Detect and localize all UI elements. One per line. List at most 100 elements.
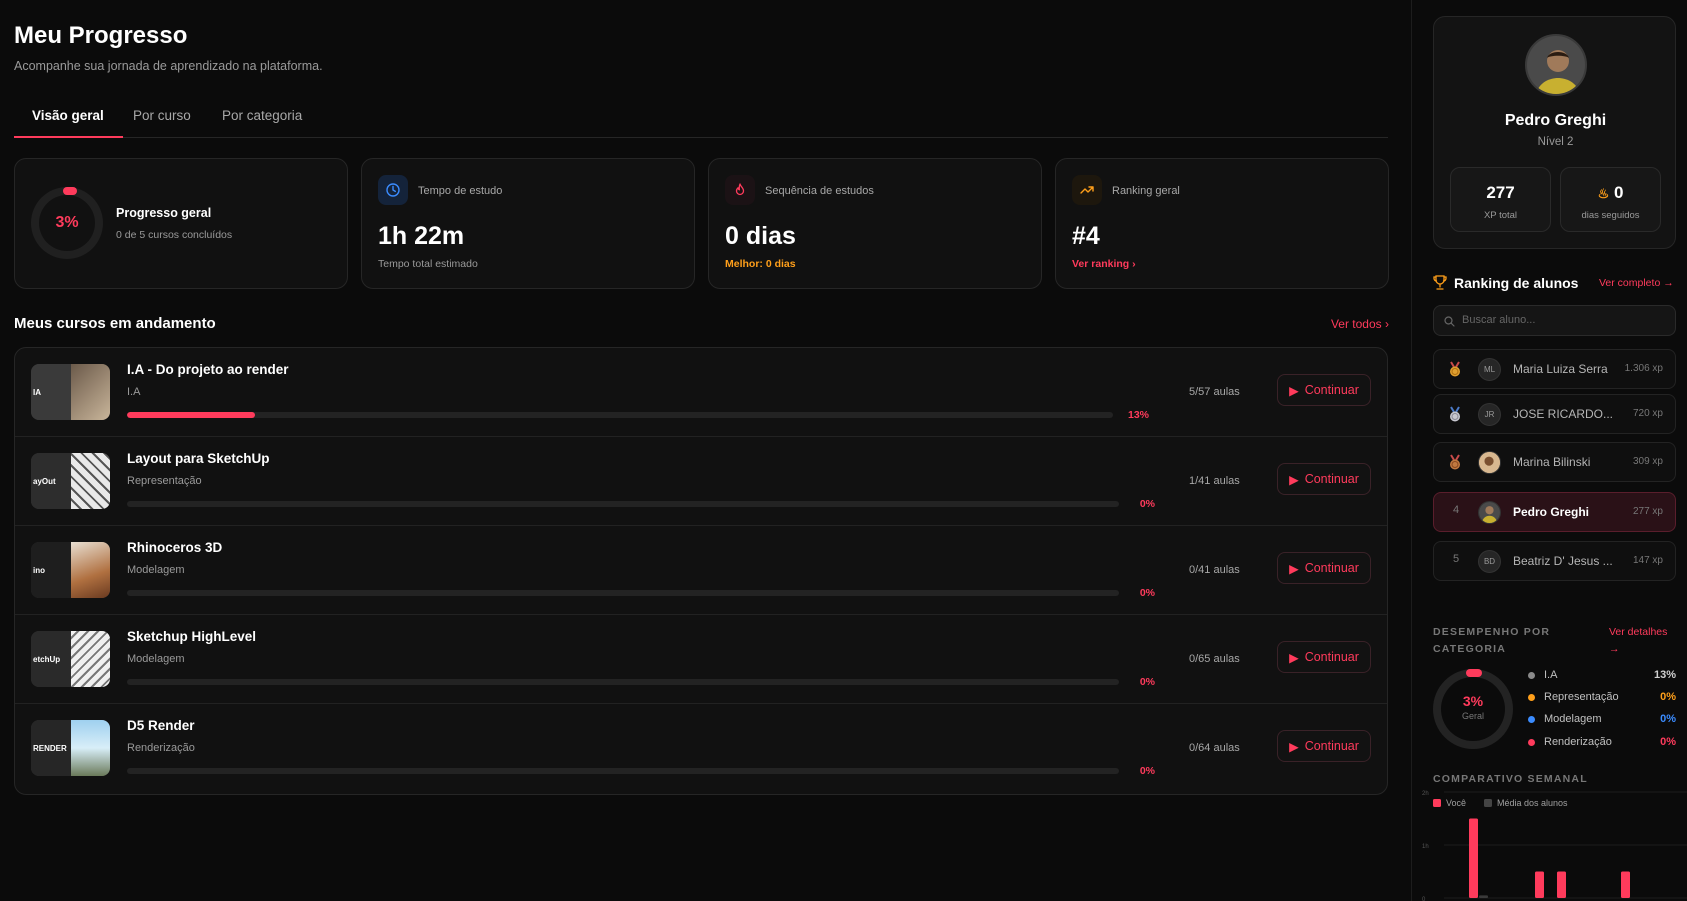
course-progress-percent: 13% (1127, 409, 1149, 421)
profile-level: Nível 2 (1537, 136, 1574, 148)
legend-label-average: Média dos alunos (1497, 798, 1568, 808)
continue-button[interactable]: ▶ Continuar (1277, 641, 1371, 673)
bar-you (1535, 871, 1544, 898)
course-category: I.A (127, 386, 141, 398)
avatar (1478, 451, 1501, 474)
ranking-row[interactable]: ML Maria Luiza Serra 1.306 xp (1433, 349, 1676, 389)
see-all-courses-link[interactable]: Ver todos › (1331, 317, 1389, 331)
overall-progress-card: 3% Progresso geral 0 de 5 cursos concluí… (14, 158, 348, 289)
student-name: Beatriz D' Jesus ... (1513, 554, 1613, 568)
course-title: Rhinoceros 3D (127, 540, 223, 555)
streak-days-value: 0 (1613, 183, 1624, 202)
course-category: Renderização (127, 742, 195, 754)
search-placeholder: Buscar aluno... (1462, 314, 1536, 326)
course-category: Modelagem (127, 564, 185, 576)
view-ranking-link[interactable]: Ver ranking › (1072, 258, 1136, 270)
tab-by-category[interactable]: Por categoria (222, 108, 302, 123)
study-time-label: Tempo de estudo (418, 185, 503, 197)
bar-average (1479, 895, 1488, 898)
play-icon: ▶ (1289, 472, 1299, 487)
ranking-label: Ranking geral (1112, 185, 1180, 197)
active-tab-indicator (14, 136, 123, 138)
bar-you (1557, 871, 1566, 898)
play-icon: ▶ (1289, 383, 1299, 398)
continue-button[interactable]: ▶ Continuar (1277, 374, 1371, 406)
avatar[interactable] (1525, 34, 1587, 96)
category-legend-item: Representação 0% (1528, 690, 1676, 706)
tab-by-course[interactable]: Por curso (133, 108, 191, 123)
streak-label: Sequência de estudos (765, 185, 874, 197)
streak-card: Sequência de estudos 0 dias Melhor: 0 di… (708, 158, 1042, 289)
streak-value: 0 dias (725, 222, 796, 250)
course-progress-bar (127, 501, 1119, 507)
avatar (1478, 501, 1501, 524)
bar-you (1469, 818, 1478, 898)
overall-performance-percent: 3% (1462, 693, 1484, 709)
y-tick-label: 1h (1422, 844, 1429, 850)
student-name: Pedro Greghi (1513, 505, 1590, 519)
ranking-title: Ranking de alunos (1454, 275, 1579, 291)
study-time-value: 1h 22m (378, 222, 465, 250)
category-legend-item: I.A 13% (1528, 668, 1676, 684)
course-progress-bar (127, 412, 1113, 418)
tab-bar: Visão geral Por curso Por categoria (14, 100, 1388, 138)
trophy-icon (1433, 275, 1447, 295)
category-legend-item: Modelagem 0% (1528, 712, 1676, 728)
ranking-row[interactable]: 5 BD Beatriz D' Jesus ... 147 xp (1433, 541, 1676, 581)
continue-button[interactable]: ▶ Continuar (1277, 730, 1371, 762)
play-icon: ▶ (1289, 739, 1299, 754)
play-icon: ▶ (1289, 561, 1299, 576)
bar-you (1621, 871, 1630, 898)
category-legend-item: Renderização 0% (1528, 735, 1676, 751)
overall-progress-sub: 0 de 5 cursos concluídos (116, 229, 233, 241)
student-name: Marina Bilinski (1513, 455, 1591, 469)
ranking-row-current-user[interactable]: 4 Pedro Greghi 277 xp (1433, 492, 1676, 532)
avatar: BD (1478, 550, 1501, 573)
ranking-position: 4 (1452, 504, 1460, 516)
overall-progress-percent: 3% (55, 214, 79, 231)
ranking-position: 5 (1452, 553, 1460, 565)
continue-button[interactable]: ▶ Continuar (1277, 552, 1371, 584)
course-category: Modelagem (127, 653, 185, 665)
profile-card: Pedro Greghi Nível 2 277 XP total ♨ 0 di… (1433, 16, 1676, 249)
student-xp: 147 xp (1632, 555, 1663, 566)
avatar: JR (1478, 403, 1501, 426)
course-title: I.A - Do projeto ao render (127, 362, 289, 377)
student-name: JOSE RICARDO... (1513, 407, 1614, 421)
category-performance-ring: 3% Geral (1433, 669, 1513, 749)
xp-total-box: 277 XP total (1450, 167, 1551, 232)
legend-swatch-you (1433, 799, 1441, 807)
ranking-row[interactable]: Marina Bilinski 309 xp (1433, 442, 1676, 482)
course-progress-percent: 0% (1139, 765, 1155, 777)
page-subtitle: Acompanhe sua jornada de aprendizado na … (14, 59, 323, 73)
chevron-right-icon: › (1132, 258, 1136, 270)
overall-progress-title: Progresso geral (116, 206, 212, 220)
play-icon: ▶ (1289, 650, 1299, 665)
chevron-right-icon: › (1385, 317, 1389, 331)
student-search[interactable]: Buscar aluno... (1433, 305, 1676, 336)
ranking-row[interactable]: JR JOSE RICARDO... 720 xp (1433, 394, 1676, 434)
student-xp: 1.306 xp (1624, 363, 1663, 374)
avatar: ML (1478, 358, 1501, 381)
streak-days-label: dias seguidos (1581, 210, 1640, 221)
course-list: IA I.A - Do projeto ao render I.A 13% 5/… (14, 347, 1388, 795)
courses-section-title: Meus cursos em andamento (14, 315, 216, 332)
search-icon (1444, 316, 1455, 327)
view-full-ranking-link[interactable]: Ver completo → (1599, 277, 1674, 289)
course-thumbnail: IA (31, 364, 110, 420)
weekly-comparison-title: COMPARATIVO SEMANAL (1433, 773, 1588, 785)
overall-progress-ring: 3% (31, 187, 103, 259)
continue-button[interactable]: ▶ Continuar (1277, 463, 1371, 495)
flame-icon (725, 175, 755, 205)
streak-days-box: ♨ 0 dias seguidos (1560, 167, 1661, 232)
xp-total-value: 277 (1486, 183, 1515, 202)
view-details-link[interactable]: Ver detalhes → (1609, 624, 1679, 658)
course-thumbnail: RENDER (31, 720, 110, 776)
bronze-medal-icon (1447, 454, 1463, 476)
y-tick-label: 2h (1422, 791, 1429, 797)
student-name: Maria Luiza Serra (1513, 362, 1608, 376)
course-progress-percent: 0% (1139, 587, 1155, 599)
gold-medal-icon (1447, 361, 1463, 383)
course-thumbnail: ayOut (31, 453, 110, 509)
tab-overview[interactable]: Visão geral (32, 108, 104, 123)
